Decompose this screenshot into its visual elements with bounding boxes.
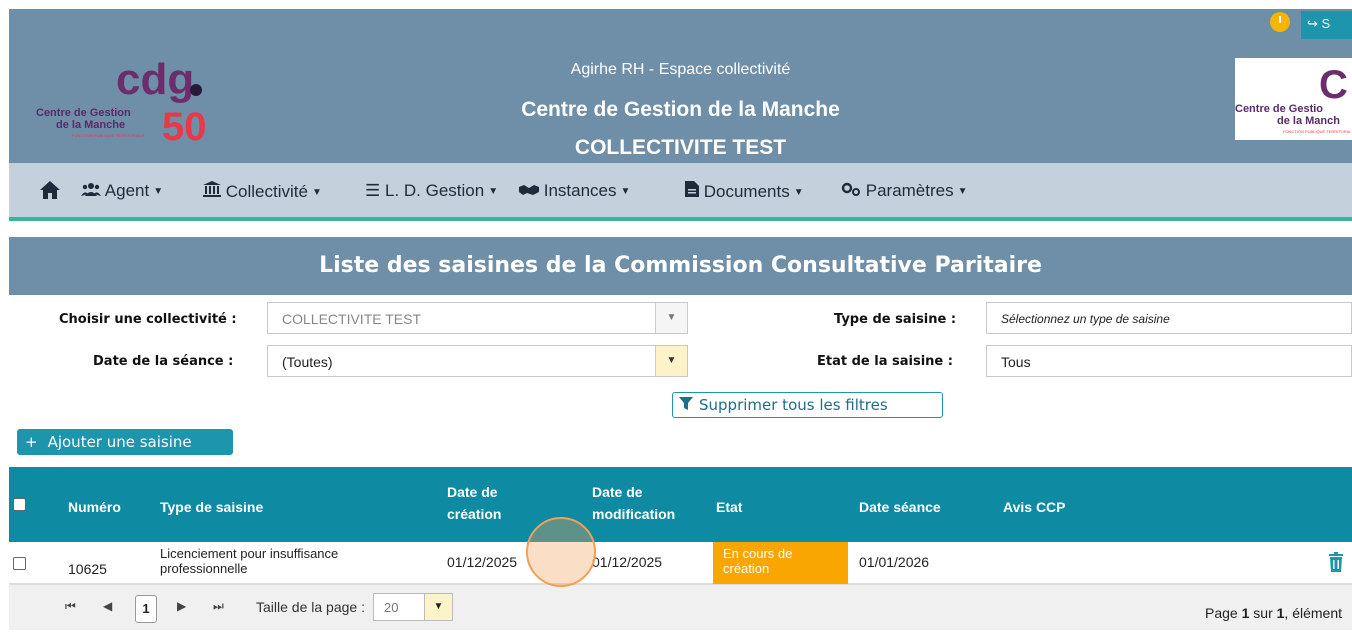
nav-collectivite[interactable]: Collectivité ▼ bbox=[203, 181, 322, 202]
col-avis[interactable]: Avis CCP bbox=[1003, 496, 1066, 518]
logo-number: 50 bbox=[162, 105, 207, 144]
collectivite-filter-label: Choisir une collectivité : bbox=[59, 312, 237, 327]
chevron-down-icon: ▼ bbox=[424, 594, 452, 620]
logout-button[interactable]: ↪ S bbox=[1301, 11, 1352, 39]
col-date-modification[interactable]: Date de modification bbox=[592, 481, 675, 525]
nav-parametres[interactable]: Paramètres ▼ bbox=[841, 181, 968, 201]
clear-filters-button[interactable]: Supprimer tous les filtres bbox=[672, 392, 943, 418]
prev-page-icon[interactable]: ◀ bbox=[103, 599, 112, 613]
filter-icon bbox=[679, 397, 693, 410]
col-numero[interactable]: Numéro bbox=[68, 496, 121, 518]
session-clock-icon[interactable] bbox=[1270, 12, 1290, 32]
page-size-value: 20 bbox=[384, 600, 399, 615]
pager: ⏮ ◀ 1 ▶ ⏭ Taille de la page : 20 ▼ Page … bbox=[9, 584, 1352, 630]
type-filter-label: Type de saisine : bbox=[834, 312, 957, 327]
status-line2: création bbox=[723, 561, 770, 576]
date-seance-select-value: (Toutes) bbox=[282, 354, 333, 370]
type-saisine-placeholder: Sélectionnez un type de saisine bbox=[1001, 312, 1170, 326]
logo-tag: FONCTION PUBLIQUE TERRITORIALE bbox=[72, 133, 145, 138]
nav-agent-label: Agent bbox=[104, 181, 150, 200]
row-date-seance: 01/01/2026 bbox=[859, 554, 930, 570]
page-size-label: Taille de la page : bbox=[256, 599, 365, 615]
main-navbar: Agent ▼ Collectivité ▼ ☰ L. D. Gestion ▼ In… bbox=[9, 163, 1352, 221]
col-etat[interactable]: Etat bbox=[716, 496, 742, 518]
row-numero: 10625 bbox=[68, 561, 107, 577]
clear-filters-label: Supprimer tous les filtres bbox=[699, 396, 888, 414]
nav-documents-label: Documents bbox=[703, 182, 790, 201]
collectivite-select[interactable]: COLLECTIVITE TEST ▼ bbox=[267, 302, 688, 334]
add-saisine-button[interactable]: + Ajouter une saisine bbox=[17, 429, 233, 455]
last-page-icon[interactable]: ⏭ bbox=[213, 599, 224, 614]
list-icon: ☰ bbox=[365, 181, 381, 200]
table-header: Numéro Type de saisine Date de création … bbox=[9, 467, 1352, 542]
page-size-select[interactable]: 20 ▼ bbox=[373, 593, 453, 621]
row-type-line1: Licenciement pour insuffisance bbox=[160, 546, 339, 561]
logo-line1: Centre de Gestion bbox=[36, 107, 131, 119]
table-row[interactable]: 10625 Licenciement pour insuffisance pro… bbox=[9, 542, 1352, 584]
page-info: Page 1 sur 1, élément bbox=[1205, 605, 1342, 621]
nav-agent[interactable]: Agent ▼ bbox=[81, 181, 163, 201]
page-info-prefix: Page bbox=[1205, 605, 1242, 621]
nav-instances[interactable]: Instances ▼ bbox=[519, 181, 630, 201]
logo-right-tag: FONCTION PUBLIQUE TERRITORIA bbox=[1283, 129, 1351, 134]
status-badge: En cours de création bbox=[713, 542, 848, 584]
col-date-modif-line1: Date de bbox=[592, 484, 643, 500]
status-line1: En cours de bbox=[723, 546, 793, 561]
cdg-logo-left[interactable]: cdg 50 Centre de Gestion de la Manche FO… bbox=[36, 52, 226, 149]
nav-instances-label: Instances bbox=[543, 181, 617, 200]
row-type-line2: professionnelle bbox=[160, 561, 248, 576]
row-date-creation: 01/12/2025 bbox=[447, 554, 518, 570]
plus-icon: + bbox=[25, 433, 38, 451]
logo-brand: cdg bbox=[116, 55, 194, 104]
chevron-down-icon: ▼ bbox=[655, 303, 687, 333]
etat-filter-label: Etat de la saisine : bbox=[817, 354, 953, 369]
users-icon bbox=[81, 183, 101, 196]
col-date-seance[interactable]: Date séance bbox=[859, 496, 941, 518]
nav-ld-gestion-label: L. D. Gestion bbox=[384, 181, 485, 200]
col-type[interactable]: Type de saisine bbox=[160, 496, 263, 518]
handshake-icon bbox=[519, 185, 539, 195]
add-saisine-label: Ajouter une saisine bbox=[47, 433, 192, 451]
next-page-icon[interactable]: ▶ bbox=[177, 599, 186, 613]
etat-saisine-select[interactable]: Tous bbox=[986, 345, 1352, 377]
row-date-modification: 01/12/2025 bbox=[592, 554, 663, 570]
nav-documents[interactable]: Documents ▼ bbox=[685, 181, 804, 202]
collectivite-select-value: COLLECTIVITE TEST bbox=[282, 311, 421, 327]
row-checkbox[interactable] bbox=[13, 557, 26, 570]
nav-ld-gestion[interactable]: ☰ L. D. Gestion ▼ bbox=[365, 181, 498, 201]
logout-icon: ↪ bbox=[1307, 16, 1318, 31]
current-page-button[interactable]: 1 bbox=[135, 595, 157, 623]
row-type: Licenciement pour insuffisance professio… bbox=[160, 546, 338, 576]
first-page-icon[interactable]: ⏮ bbox=[65, 599, 76, 614]
cogs-icon bbox=[841, 182, 860, 196]
file-icon bbox=[685, 181, 699, 197]
page-title: Liste des saisines de la Commission Cons… bbox=[9, 237, 1352, 295]
click-indicator bbox=[526, 517, 596, 587]
logo-right-brand: C bbox=[1319, 63, 1348, 107]
home-icon[interactable] bbox=[39, 179, 61, 201]
date-filter-label: Date de la séance : bbox=[93, 354, 234, 369]
logo-line2: de la Manche bbox=[56, 119, 125, 131]
chevron-down-icon: ▼ bbox=[655, 346, 687, 376]
logo-right-line1: Centre de Gestio bbox=[1235, 103, 1323, 115]
nav-parametres-label: Paramètres bbox=[865, 181, 954, 200]
trash-icon[interactable] bbox=[1329, 552, 1343, 572]
col-date-modif-line2: modification bbox=[592, 506, 676, 522]
col-date-creation[interactable]: Date de création bbox=[447, 481, 501, 525]
col-date-creation-line2: création bbox=[447, 506, 502, 522]
nav-collectivite-label: Collectivité bbox=[225, 182, 308, 201]
logout-label: S bbox=[1321, 16, 1331, 31]
col-date-creation-line1: Date de bbox=[447, 484, 498, 500]
etat-saisine-value: Tous bbox=[1001, 354, 1031, 370]
page-info-suffix: , élément bbox=[1284, 605, 1343, 621]
bank-icon bbox=[203, 181, 221, 197]
date-seance-select[interactable]: (Toutes) ▼ bbox=[267, 345, 688, 377]
page-info-mid: sur bbox=[1249, 605, 1277, 621]
type-saisine-select[interactable]: Sélectionnez un type de saisine bbox=[986, 302, 1352, 334]
select-all-checkbox[interactable] bbox=[13, 498, 26, 511]
logo-right-line2: de la Manch bbox=[1277, 115, 1340, 127]
cdg-logo-right[interactable]: C Centre de Gestio de la Manch FONCTION … bbox=[1235, 58, 1352, 140]
